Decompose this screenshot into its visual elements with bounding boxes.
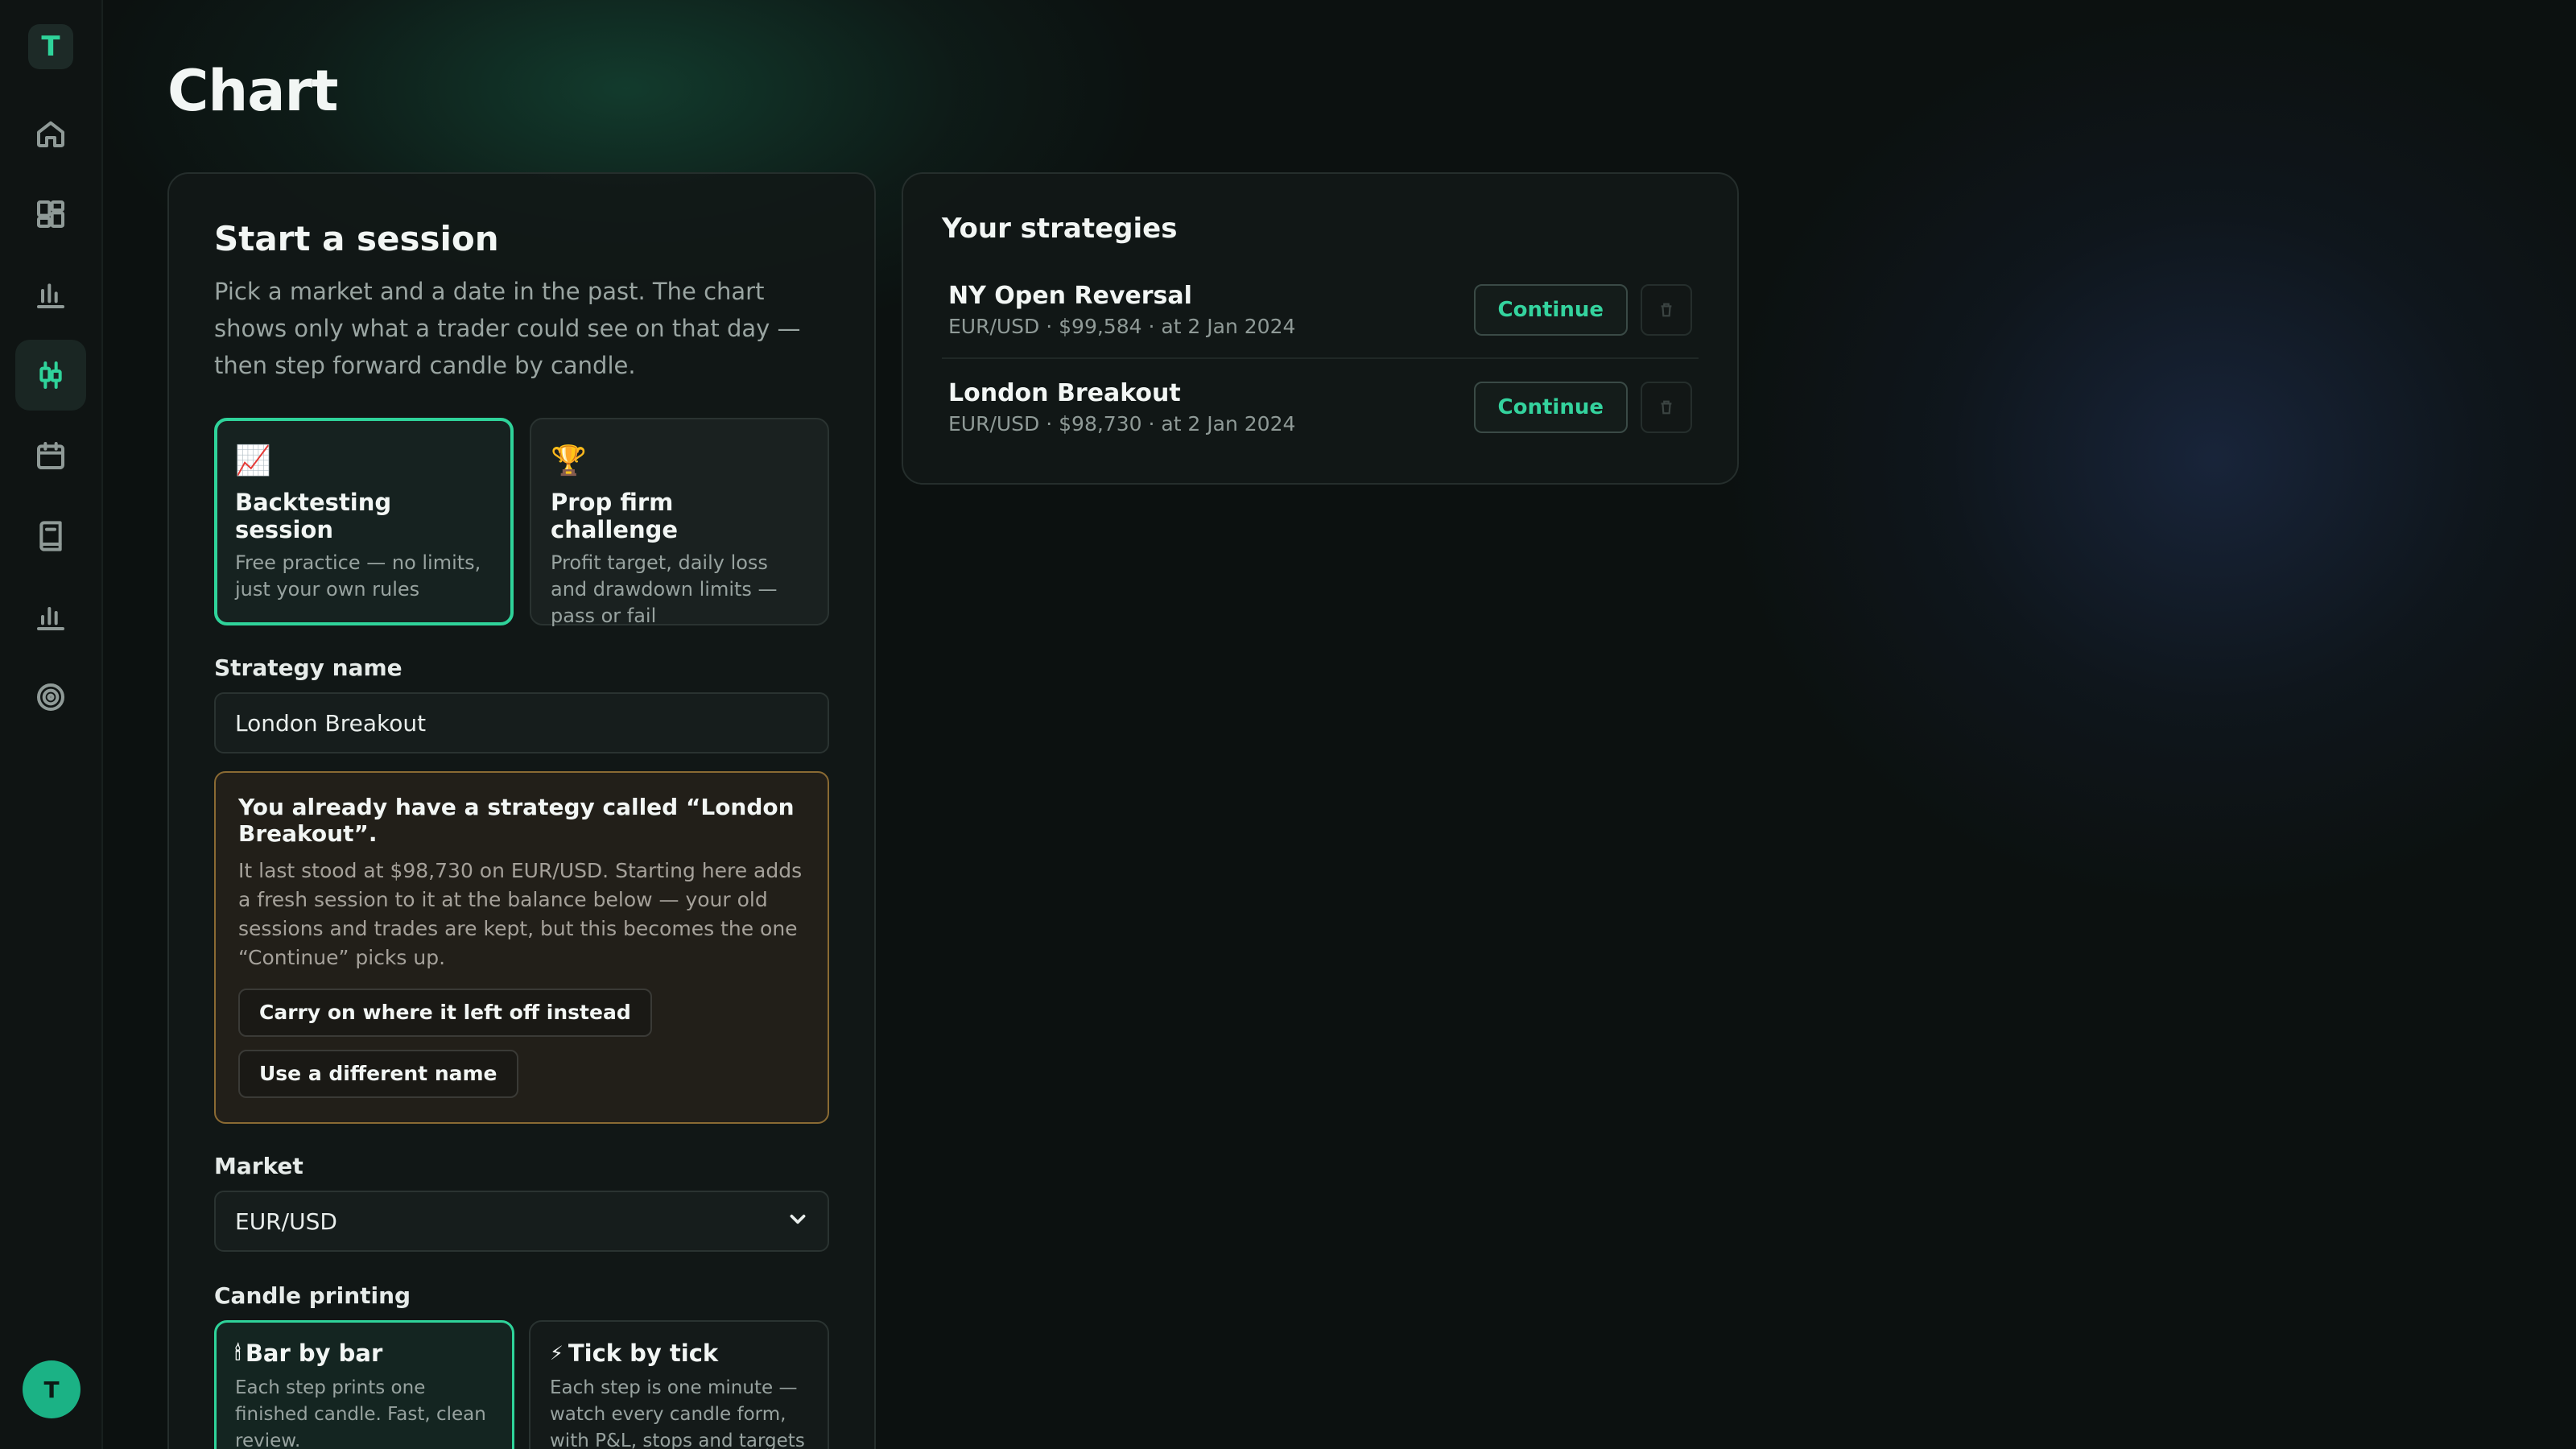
sidebar-item-dashboard[interactable] [15, 179, 86, 250]
calendar-icon [37, 442, 64, 469]
option-title-text: Tick by tick [568, 1340, 719, 1367]
delete-strategy-button[interactable] [1641, 382, 1692, 433]
strategies-panel: Your strategies NY Open Reversal EUR/USD… [902, 172, 1739, 485]
candle-printing-label: Candle printing [214, 1282, 411, 1309]
bar-by-bar-option[interactable]: 🕯 Bar by bar Each step prints one finish… [214, 1320, 514, 1449]
sidebar-item-stats[interactable] [15, 259, 86, 330]
strategy-actions: Continue [1473, 382, 1692, 433]
strategy-name-label: Strategy name [214, 654, 402, 681]
warning-body: It last stood at $98,730 on EUR/USD. Sta… [238, 859, 803, 969]
option-description: Free practice — no limits, just your own… [235, 551, 481, 601]
option-title-text: Bar by bar [245, 1340, 383, 1367]
sidebar-item-journal[interactable] [15, 501, 86, 572]
duplicate-strategy-warning: You already have a strategy called “Lond… [214, 771, 829, 1124]
sidebar-nav [15, 98, 86, 733]
warning-title: You already have a strategy called “Lond… [238, 794, 795, 847]
trash-icon [1661, 303, 1672, 317]
strategy-meta: EUR/USD · $99,584 · at 2 Jan 2024 [948, 315, 1296, 338]
journal-icon [39, 521, 62, 551]
option-title: Prop firm challenge [551, 489, 679, 543]
strategy-name-input[interactable]: London Breakout [214, 692, 829, 753]
strategy-info: London Breakout EUR/USD · $98,730 · at 2… [948, 379, 1295, 436]
sidebar-item-home[interactable] [15, 98, 86, 169]
home-icon [37, 121, 64, 147]
candlestick-icon [39, 361, 62, 389]
backtesting-session-option[interactable]: 📈 Backtesting session Free practice — no… [214, 418, 514, 625]
lightning-icon: ⚡ [550, 1342, 564, 1364]
strategy-row: London Breakout EUR/USD · $98,730 · at 2… [942, 359, 1699, 456]
target-icon [37, 683, 64, 711]
analytics-icon [37, 607, 64, 630]
candle-icon: 🕯 [235, 1342, 241, 1364]
carry-on-button[interactable]: Carry on where it left off instead [238, 989, 652, 1037]
option-title: Backtesting session [235, 489, 392, 543]
option-description: Each step is one minute — watch every ca… [550, 1377, 805, 1449]
strategy-actions: Continue [1473, 284, 1692, 336]
use-different-name-button[interactable]: Use a different name [238, 1050, 518, 1098]
session-heading: Start a session [214, 219, 499, 258]
strategy-name-value: London Breakout [235, 709, 427, 737]
option-description: Profit target, daily loss and drawdown l… [551, 551, 778, 627]
option-description: Each step prints one finished candle. Fa… [235, 1377, 486, 1449]
strategy-info: NY Open Reversal EUR/USD · $99,584 · at … [948, 282, 1295, 338]
candle-printing-options: 🕯 Bar by bar Each step prints one finish… [214, 1320, 829, 1449]
strategy-name: NY Open Reversal [948, 282, 1192, 310]
sidebar-item-analytics[interactable] [15, 581, 86, 652]
sidebar-item-calendar[interactable] [15, 420, 86, 491]
continue-button[interactable]: Continue [1473, 382, 1628, 433]
market-select[interactable]: EUR/USD [214, 1191, 829, 1252]
strategy-meta: EUR/USD · $98,730 · at 2 Jan 2024 [948, 412, 1296, 436]
session-intro: Pick a market and a date in the past. Th… [214, 278, 801, 379]
strategy-list: NY Open Reversal EUR/USD · $99,584 · at … [942, 262, 1699, 456]
start-session-panel: Start a session Pick a market and a date… [167, 172, 876, 1449]
sidebar-item-chart[interactable] [15, 340, 86, 411]
trophy-icon: 🏆 [551, 444, 587, 477]
app-logo[interactable]: T [28, 24, 73, 69]
session-type-options: 📈 Backtesting session Free practice — no… [214, 418, 829, 627]
continue-button[interactable]: Continue [1473, 284, 1628, 336]
market-value: EUR/USD [235, 1208, 337, 1235]
strategy-name: London Breakout [948, 379, 1181, 407]
strategies-heading: Your strategies [942, 213, 1178, 245]
page-title: Chart [167, 58, 338, 124]
chevron-down-icon [787, 1208, 808, 1235]
market-label: Market [214, 1153, 303, 1179]
option-title: 🕯 Bar by bar [235, 1340, 493, 1367]
avatar[interactable]: T [23, 1360, 80, 1418]
prop-firm-challenge-option[interactable]: 🏆 Prop firm challenge Profit target, dai… [530, 418, 829, 627]
strategy-row: NY Open Reversal EUR/USD · $99,584 · at … [942, 262, 1699, 359]
sidebar-item-goals[interactable] [15, 662, 86, 733]
option-title: ⚡ Tick by tick [550, 1340, 808, 1367]
delete-strategy-button[interactable] [1641, 284, 1692, 336]
trash-icon [1661, 400, 1672, 415]
bar-chart-icon [37, 283, 64, 308]
dashboard-icon [37, 200, 65, 228]
tick-by-tick-option[interactable]: ⚡ Tick by tick Each step is one minute —… [529, 1320, 829, 1449]
sidebar: T T [0, 0, 103, 1449]
chart-up-icon: 📈 [235, 444, 271, 477]
background-glow-blue [1731, 16, 2576, 902]
